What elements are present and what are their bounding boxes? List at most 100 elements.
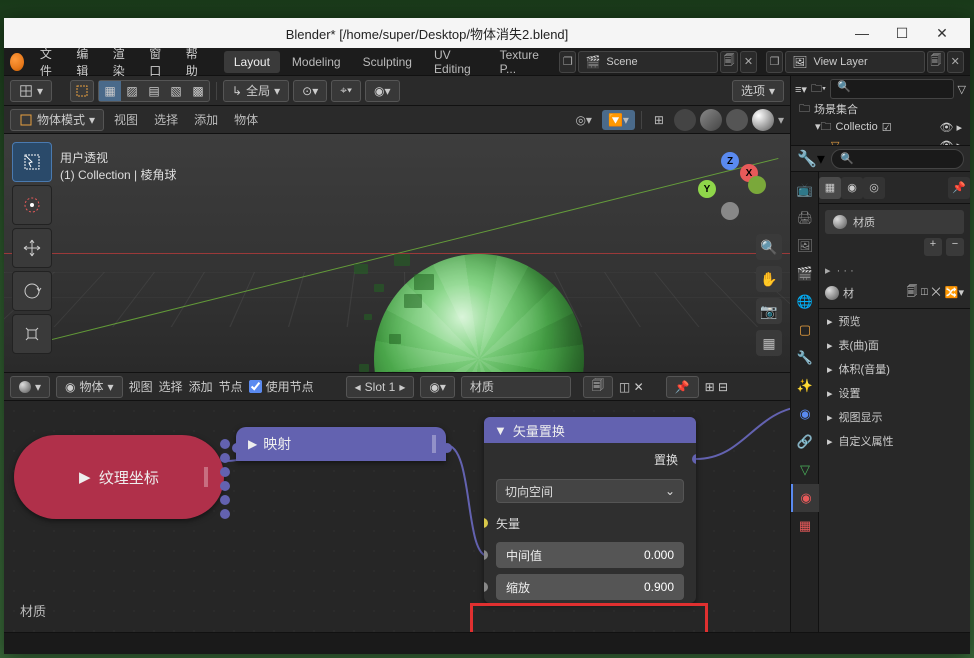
nav-pan-icon[interactable]: ✋: [756, 266, 782, 292]
tree-collection[interactable]: ▾🗀 Collectio ☑👁 ▸: [799, 118, 966, 136]
editor-type-shader[interactable]: ▾: [10, 376, 50, 398]
tab-mesh[interactable]: ▽: [791, 456, 819, 484]
node-vector-displacement[interactable]: ▼矢量置换 置换 切向空间⌄ 矢量 中间值0.000 缩放0.900: [484, 417, 696, 603]
viewlayer-browse-button[interactable]: ❐: [766, 51, 783, 73]
ne-menu-view[interactable]: 视图: [129, 378, 153, 395]
material-slot[interactable]: 材质: [825, 210, 964, 234]
node-wrangle-icon[interactable]: 🔀▾: [945, 286, 964, 299]
tree-scene-collection[interactable]: 🗀 场景集合: [799, 100, 966, 118]
scene-new-button[interactable]: 🗐: [720, 51, 737, 73]
viewlayer-field[interactable]: 🖼: [785, 51, 925, 73]
workspace-modeling[interactable]: Modeling: [282, 51, 351, 73]
3d-viewport[interactable]: 用户透视 (1) Collection | 棱角球 Z Y X: [4, 134, 790, 372]
matmode-preview[interactable]: ▦: [819, 177, 841, 199]
node-mapping[interactable]: ▶映射: [236, 427, 446, 461]
tool-scale[interactable]: [12, 314, 52, 354]
vp-menu-view[interactable]: 视图: [108, 108, 144, 131]
panel-preview[interactable]: ▸ 预览: [819, 309, 970, 333]
tab-render[interactable]: 📺: [791, 176, 819, 204]
nav-camera-icon[interactable]: 📷: [756, 298, 782, 324]
workspace-texture[interactable]: Texture P...: [490, 44, 556, 80]
shader-type-combo[interactable]: ◉ 物体 ▾: [56, 376, 123, 398]
mode-combo[interactable]: 物体模式 ▾: [10, 109, 104, 131]
viewlayer-new-button[interactable]: 🗐: [927, 51, 944, 73]
vp-menu-select[interactable]: 选择: [148, 108, 184, 131]
node-canvas[interactable]: 材质 ▶ 纹理坐标: [4, 401, 790, 632]
scene-field[interactable]: 🎬: [578, 51, 718, 73]
mat-add[interactable]: +: [924, 238, 942, 256]
shading-rendered[interactable]: [752, 109, 774, 131]
outliner-filter-icon[interactable]: 🗀▾: [811, 80, 826, 99]
vp-menu-object[interactable]: 物体: [228, 108, 264, 131]
ne-pin[interactable]: 🗐: [583, 376, 613, 398]
outliner-search[interactable]: 🔍: [830, 79, 954, 99]
panel-volume[interactable]: ▸ 体积(音量): [819, 357, 970, 381]
ne-menu-select[interactable]: 选择: [159, 378, 183, 395]
tab-modifiers[interactable]: 🔧: [791, 344, 819, 372]
panel-custom[interactable]: ▸ 自定义属性: [819, 429, 970, 453]
tab-object[interactable]: ▢: [791, 316, 819, 344]
gizmo-neg-z[interactable]: [721, 202, 739, 220]
pin-icon[interactable]: 📌: [948, 177, 970, 199]
tab-viewlayer[interactable]: 🖼: [791, 232, 819, 260]
shading-solid[interactable]: [700, 109, 722, 131]
gizmo-neg-y[interactable]: [748, 176, 766, 194]
gizmo-y[interactable]: Y: [698, 180, 716, 198]
panel-settings[interactable]: ▸ 设置: [819, 381, 970, 405]
outliner-type-icon[interactable]: ≡▾: [795, 83, 807, 96]
select-box-icon[interactable]: [70, 80, 94, 102]
nav-perspective-icon[interactable]: ▦: [756, 330, 782, 356]
tab-constraints[interactable]: 🔗: [791, 428, 819, 456]
scene-browse-button[interactable]: ❐: [559, 51, 576, 73]
tab-texture[interactable]: ▦: [791, 512, 819, 540]
nav-zoom-icon[interactable]: 🔍: [756, 234, 782, 260]
scene-name-input[interactable]: [606, 56, 686, 68]
ne-pin2[interactable]: 📌: [666, 376, 699, 398]
tool-cursor[interactable]: [12, 185, 52, 225]
matmode-single[interactable]: ◉: [841, 177, 863, 199]
tab-particles[interactable]: ✨: [791, 372, 819, 400]
use-nodes-checkbox[interactable]: 使用节点: [249, 378, 314, 395]
node-texture-coord[interactable]: ▶ 纹理坐标: [14, 435, 224, 519]
matmode-all[interactable]: ◎: [863, 177, 885, 199]
options-combo[interactable]: 选项 ▾: [732, 80, 784, 102]
outliner-filter[interactable]: ▽: [958, 83, 966, 96]
tab-material[interactable]: ◉: [791, 484, 819, 512]
scene-delete-button[interactable]: ✕: [740, 51, 757, 73]
workspace-uv[interactable]: UV Editing: [424, 44, 488, 80]
panel-surface[interactable]: ▸ 表(曲)面: [819, 333, 970, 357]
shading-wire[interactable]: [674, 109, 696, 131]
select-mode-group[interactable]: ▦ ▨ ▤ ▧ ▩: [98, 80, 210, 102]
tab-output[interactable]: 🖨: [791, 204, 819, 232]
nav-gizmo[interactable]: Z Y X: [698, 152, 762, 216]
proportional-combo[interactable]: ◉▾: [365, 80, 400, 102]
panel-viewport[interactable]: ▸ 视图显示: [819, 405, 970, 429]
workspace-layout[interactable]: Layout: [224, 51, 280, 73]
gizmo-toggle[interactable]: ◎▾: [569, 110, 598, 130]
tab-scene[interactable]: 🎬: [791, 260, 819, 288]
close-button[interactable]: ✕: [922, 25, 962, 42]
viewlayer-name-input[interactable]: [813, 56, 893, 68]
minimize-button[interactable]: —: [842, 25, 882, 41]
tool-rotate[interactable]: [12, 271, 52, 311]
mat-name-field[interactable]: 材质: [461, 376, 571, 398]
mat-browse[interactable]: ◉▾: [420, 376, 455, 398]
scale-field[interactable]: 缩放0.900: [496, 574, 684, 600]
maximize-button[interactable]: ☐: [882, 25, 922, 42]
viewlayer-delete-button[interactable]: ✕: [947, 51, 964, 73]
mat-remove[interactable]: −: [946, 238, 964, 256]
slot-combo[interactable]: ◂ Slot 1 ▸: [346, 376, 415, 398]
midlevel-field[interactable]: 中间值0.000: [496, 542, 684, 568]
tool-move[interactable]: [12, 228, 52, 268]
workspace-sculpting[interactable]: Sculpting: [353, 51, 422, 73]
snap-combo[interactable]: ⌖▾: [331, 80, 361, 102]
tree-object[interactable]: ▽👁 ▸: [799, 136, 966, 146]
ne-menu-node[interactable]: 节点: [219, 378, 243, 395]
overlay-toggle[interactable]: 🔽▾: [602, 110, 635, 130]
vp-menu-add[interactable]: 添加: [188, 108, 224, 131]
space-dropdown[interactable]: 切向空间⌄: [496, 479, 684, 503]
orientation-combo[interactable]: ↳ 全局 ▾: [223, 80, 289, 102]
props-search[interactable]: 🔍: [831, 149, 964, 169]
pivot-combo[interactable]: ⊙▾: [293, 80, 327, 102]
editor-type-3dview[interactable]: ▾: [10, 80, 52, 102]
